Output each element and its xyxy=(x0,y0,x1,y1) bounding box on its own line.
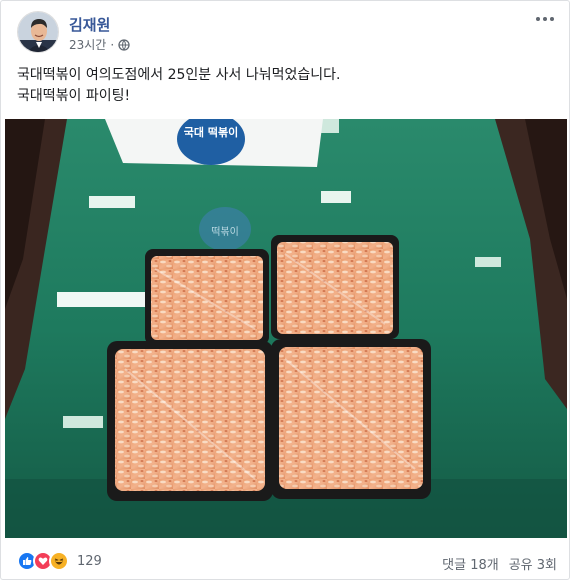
post-photo[interactable]: 국대 떡볶이 떡볶이 xyxy=(5,119,567,538)
reflection-print: 떡볶이 xyxy=(211,226,239,238)
post-timestamp[interactable]: 23시간 xyxy=(69,36,106,53)
post-footer: 129 댓글 18개 공유 3회 xyxy=(17,549,557,575)
globe-icon[interactable] xyxy=(118,38,130,51)
bag-print: 국대 떡볶이 xyxy=(184,125,238,139)
post-text-line: 국대떡볶이 여의도점에서 25인분 사서 나눠먹었습니다. xyxy=(17,67,341,83)
meta-separator: · xyxy=(110,37,115,52)
share-count-link[interactable]: 공유 3회 xyxy=(509,554,557,573)
post-text: 국대떡볶이 여의도점에서 25인분 사서 나눠먹었습니다. 국대떡볶이 파이팅! xyxy=(17,65,557,107)
post-text-line: 국대떡볶이 파이팅! xyxy=(17,88,131,104)
engagement-stats: 댓글 18개 공유 3회 xyxy=(442,554,557,573)
avatar[interactable] xyxy=(17,11,59,53)
haha-icon xyxy=(49,551,69,571)
post-header: 김재원 23시간 · xyxy=(17,11,557,57)
post-card: 김재원 23시간 · 국대떡볶이 여의도점에서 25인분 사서 나눠먹었습니다.… xyxy=(0,0,570,580)
post-meta: 23시간 · xyxy=(69,36,130,53)
more-options-icon[interactable] xyxy=(533,13,557,27)
tteokbokki-photo: 국대 떡볶이 떡볶이 xyxy=(5,119,567,538)
author-name[interactable]: 김재원 xyxy=(69,14,110,35)
reaction-summary[interactable]: 129 xyxy=(17,551,102,571)
reaction-count[interactable]: 129 xyxy=(77,554,102,569)
comment-count-link[interactable]: 댓글 18개 xyxy=(442,554,499,573)
